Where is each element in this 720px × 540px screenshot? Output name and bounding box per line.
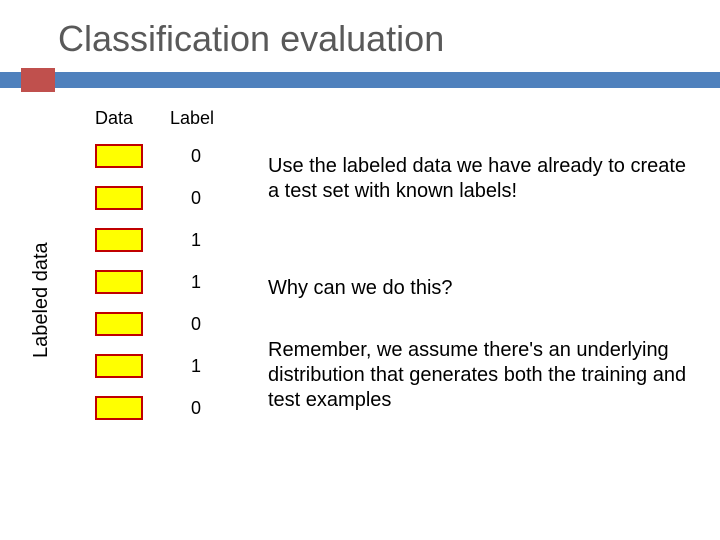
- column-header-label: Label: [170, 108, 214, 129]
- accent-bar: [0, 72, 720, 88]
- data-box-icon: [95, 186, 143, 210]
- table-row: 0: [95, 144, 221, 168]
- row-label: 0: [171, 314, 221, 335]
- table-row: 0: [95, 312, 221, 336]
- table-row: 1: [95, 354, 221, 378]
- content-area: Data Label Labeled data 0 0 1 1 0 1: [0, 88, 720, 108]
- table-row: 0: [95, 186, 221, 210]
- data-box-icon: [95, 312, 143, 336]
- paragraph-3: Remember, we assume there's an underlyin…: [268, 338, 688, 413]
- row-label: 0: [171, 188, 221, 209]
- paragraph-1: Use the labeled data we have already to …: [268, 154, 688, 204]
- data-box-icon: [95, 270, 143, 294]
- column-header-data: Data: [95, 108, 133, 129]
- y-axis-label: Labeled data: [30, 242, 53, 358]
- table-row: 1: [95, 228, 221, 252]
- row-label: 1: [171, 272, 221, 293]
- data-box-icon: [95, 228, 143, 252]
- row-label: 0: [171, 398, 221, 419]
- data-box-icon: [95, 354, 143, 378]
- row-label: 1: [171, 230, 221, 251]
- slide-title: Classification evaluation: [0, 0, 720, 72]
- table-row: 0: [95, 396, 221, 420]
- table-row: 1: [95, 270, 221, 294]
- data-box-icon: [95, 144, 143, 168]
- paragraph-2: Why can we do this?: [268, 276, 688, 301]
- row-label: 1: [171, 356, 221, 377]
- data-box-icon: [95, 396, 143, 420]
- row-label: 0: [171, 146, 221, 167]
- data-rows: 0 0 1 1 0 1 0: [95, 144, 221, 438]
